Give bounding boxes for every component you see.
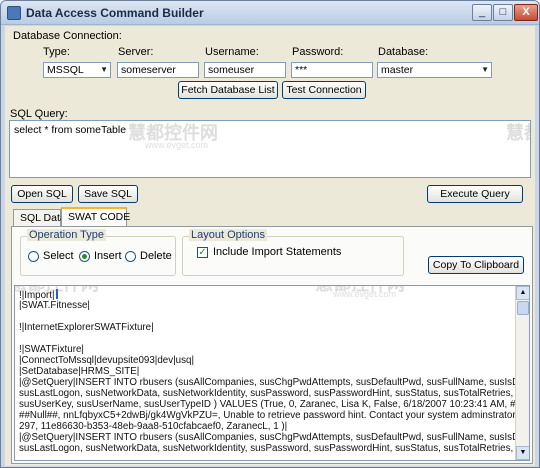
close-button[interactable]: X <box>514 4 538 21</box>
save-sql-button[interactable]: Save SQL <box>78 185 138 203</box>
code-line: susUserKey, susUserName, susUserTypeID )… <box>19 399 530 410</box>
watermark-url: www.evget.com <box>333 289 397 299</box>
app-window: Data Access Command Builder _ □ X Databa… <box>0 0 540 468</box>
window-title: Data Access Command Builder <box>26 6 204 20</box>
swat-code-output[interactable]: !|Import| |SWAT.Fitnesse| !|InternetExpl… <box>14 285 530 461</box>
server-label: Server: <box>118 46 154 58</box>
title-bar[interactable]: Data Access Command Builder _ □ X <box>1 1 539 25</box>
sql-query-input[interactable]: select * from someTable 慧都控件网 www.evget.… <box>9 120 531 178</box>
code-line: |SetDatabase|HRMS_SITE| <box>19 366 140 377</box>
watermark-url: www.evget.com <box>145 140 209 150</box>
code-line: !|SWATFixture| <box>19 344 84 355</box>
type-select[interactable]: MSSQL ▼ <box>43 62 111 78</box>
tab-swat-code[interactable]: SWAT CODE <box>61 207 130 226</box>
code-line: |SWAT.Fitnesse| <box>19 300 90 311</box>
database-label: Database: <box>378 46 429 58</box>
code-line: ##Null##, nnLfqbyxC5+2dwBj/gk4WgVkPZU=, … <box>19 410 530 421</box>
maximize-button[interactable]: □ <box>493 4 513 21</box>
database-select[interactable]: master ▼ <box>377 62 492 78</box>
test-connection-button[interactable]: Test Connection <box>282 81 366 99</box>
scroll-thumb[interactable] <box>517 301 529 315</box>
database-select-value: master <box>381 64 414 76</box>
code-line: !|InternetExplorerSWATFixture| <box>19 322 154 333</box>
username-label: Username: <box>205 46 259 58</box>
radio-delete[interactable] <box>125 251 136 262</box>
execute-query-button[interactable]: Execute Query <box>427 185 523 203</box>
sql-query-text: select * from someTable <box>14 124 127 136</box>
sql-query-label: SQL Query: <box>10 108 68 120</box>
watermark: 慧都控件网 <box>15 286 99 296</box>
type-select-value: MSSQL <box>47 64 84 76</box>
layout-options-label: Layout Options <box>189 229 267 241</box>
scroll-down-icon[interactable]: ▼ <box>516 446 529 460</box>
radio-select-label: Select <box>43 250 74 262</box>
server-input[interactable]: someserver <box>117 62 199 78</box>
radio-insert[interactable] <box>79 251 90 262</box>
code-line: susLastLogon, susNetworkData, susNetwork… <box>19 443 530 454</box>
code-line: |@SetQuery|INSERT INTO rbusers (susAllCo… <box>19 377 530 388</box>
fetch-database-list-button[interactable]: Fetch Database List <box>178 81 278 99</box>
include-import-checkbox[interactable]: ✓ <box>197 247 208 258</box>
vertical-scrollbar[interactable]: ▲ ▼ <box>515 286 529 460</box>
radio-delete-label: Delete <box>140 250 172 262</box>
watermark: 慧都控件网 <box>506 123 530 143</box>
code-line: |ConnectToMssql|devupsite093|dev|usq| <box>19 355 195 366</box>
tab-panel-swat-code: Operation Type Select Insert Delete Layo… <box>11 226 533 464</box>
chevron-down-icon: ▼ <box>481 65 489 74</box>
operation-type-group: Operation Type Select Insert Delete <box>20 229 176 276</box>
tab-strip: SQL Data SWAT CODE <box>13 207 533 227</box>
code-line: susLastLogon, susNetworkData, susNetwork… <box>19 388 530 399</box>
password-label: Password: <box>292 46 344 58</box>
type-label: Type: <box>43 46 70 58</box>
minimize-button[interactable]: _ <box>472 4 492 21</box>
include-import-label: Include Import Statements <box>213 246 342 258</box>
radio-insert-label: Insert <box>94 250 122 262</box>
tab-sql-data[interactable]: SQL Data <box>13 209 66 226</box>
username-input[interactable]: someuser <box>204 62 286 78</box>
chevron-down-icon: ▼ <box>100 65 108 74</box>
app-icon <box>7 6 21 20</box>
copy-to-clipboard-button[interactable]: Copy To Clipboard <box>428 256 524 274</box>
code-line: |@SetQuery|INSERT INTO rbusers (susAllCo… <box>19 432 530 443</box>
password-input[interactable]: *** <box>291 62 373 78</box>
operation-type-label: Operation Type <box>27 229 107 241</box>
radio-select[interactable] <box>28 251 39 262</box>
code-line: 297, 11e86630-b353-48eb-9aa8-510cfabcaef… <box>19 421 288 432</box>
open-sql-button[interactable]: Open SQL <box>11 185 73 203</box>
layout-options-group: Layout Options ✓ Include Import Statemen… <box>182 229 404 276</box>
scroll-up-icon[interactable]: ▲ <box>516 286 529 300</box>
client-area: Database Connection: Type: MSSQL ▼ Serve… <box>5 26 535 466</box>
database-connection-label: Database Connection: <box>13 30 122 42</box>
